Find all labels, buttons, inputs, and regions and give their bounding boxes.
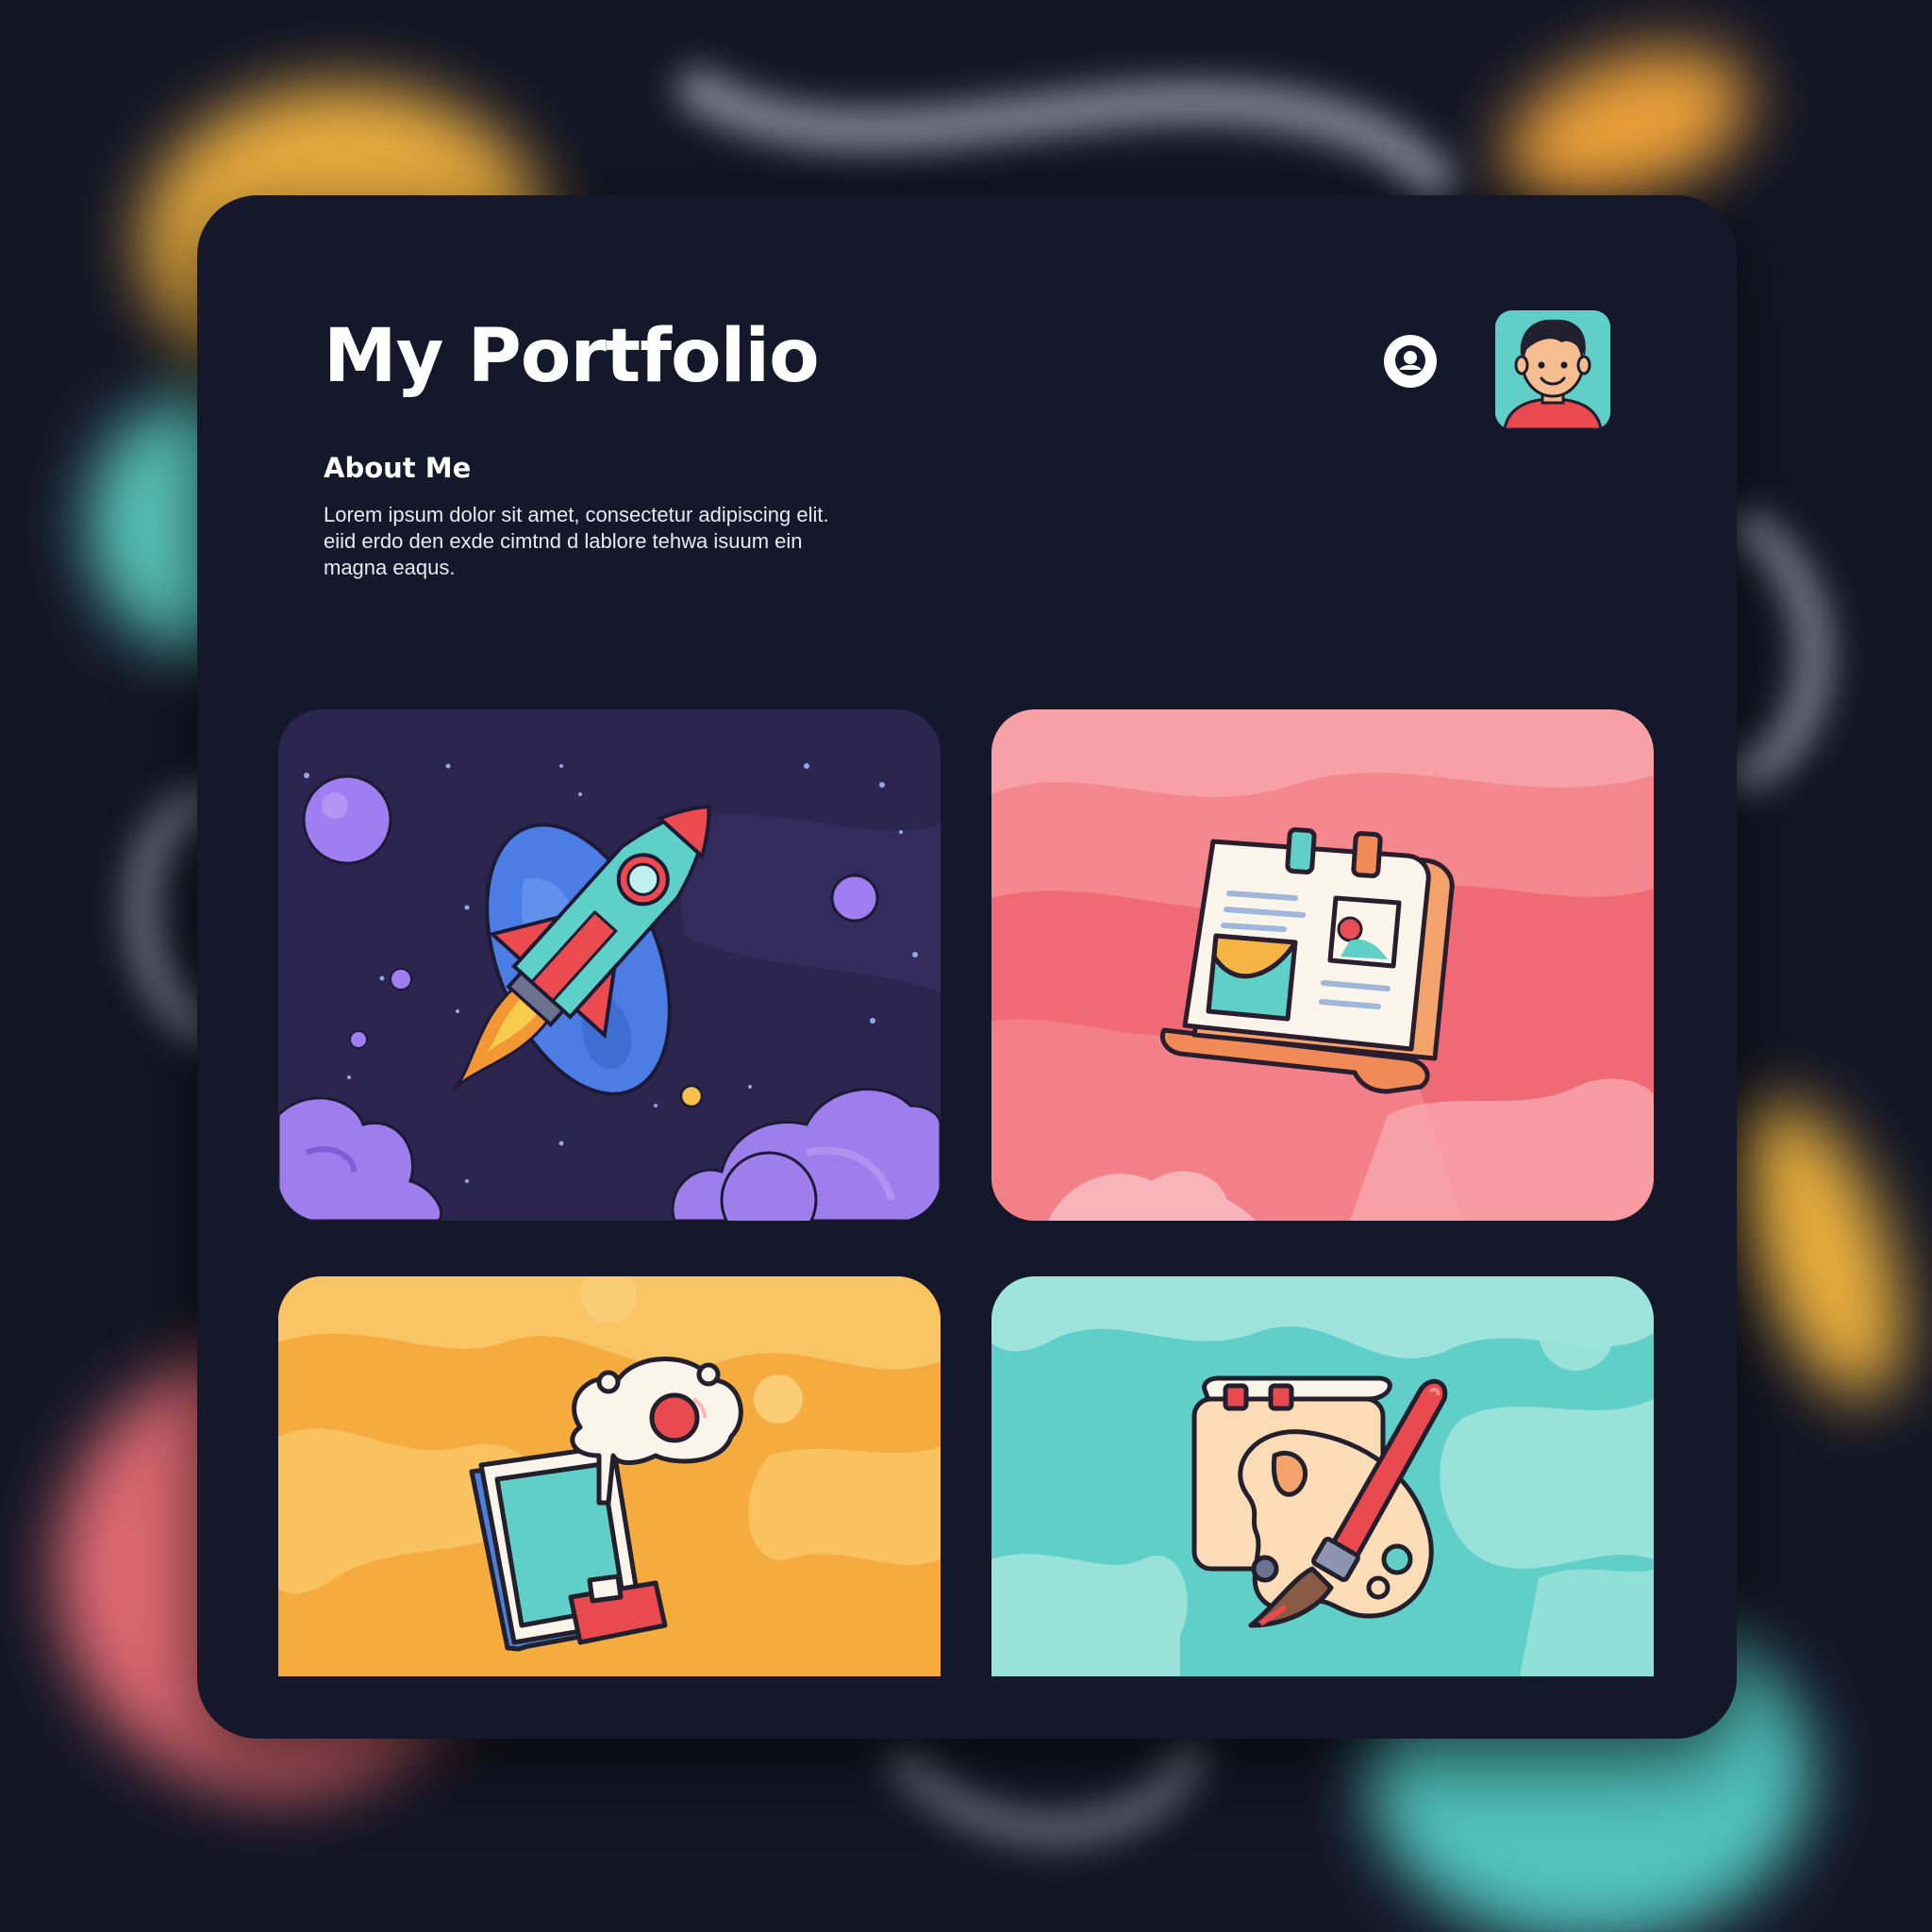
about-line-2: eiid erdo den exde cimtnd d lablore tehw… [324,529,803,553]
avatar-face-icon [1495,310,1610,429]
project-tile-gallery[interactable] [991,709,1654,1221]
user-circle-glyph [1385,336,1436,387]
about-heading: About Me [324,452,472,484]
rocket-illustration [278,709,941,1221]
calendar-gallery-illustration [991,709,1654,1221]
about-line-3: magna eaqus. [324,556,456,579]
palette-brush-illustration [991,1276,1654,1676]
about-text: Lorem ipsum dolor sit amet, consectetur … [324,502,852,581]
user-circle-icon[interactable] [1384,335,1437,388]
about-line-1: Lorem ipsum dolor sit amet, consectetur … [324,503,829,526]
project-tile-tablet[interactable] [278,1276,941,1676]
project-tile-rocket[interactable] [278,709,941,1221]
tablet-chat-illustration [278,1276,941,1676]
project-tile-palette[interactable] [991,1276,1654,1676]
screen: My Portfolio About Me Lorem ipsum dolor … [0,0,1932,1932]
page-title: My Portfolio [324,314,820,399]
avatar[interactable] [1495,310,1610,429]
portfolio-card: My Portfolio About Me Lorem ipsum dolor … [197,195,1737,1739]
